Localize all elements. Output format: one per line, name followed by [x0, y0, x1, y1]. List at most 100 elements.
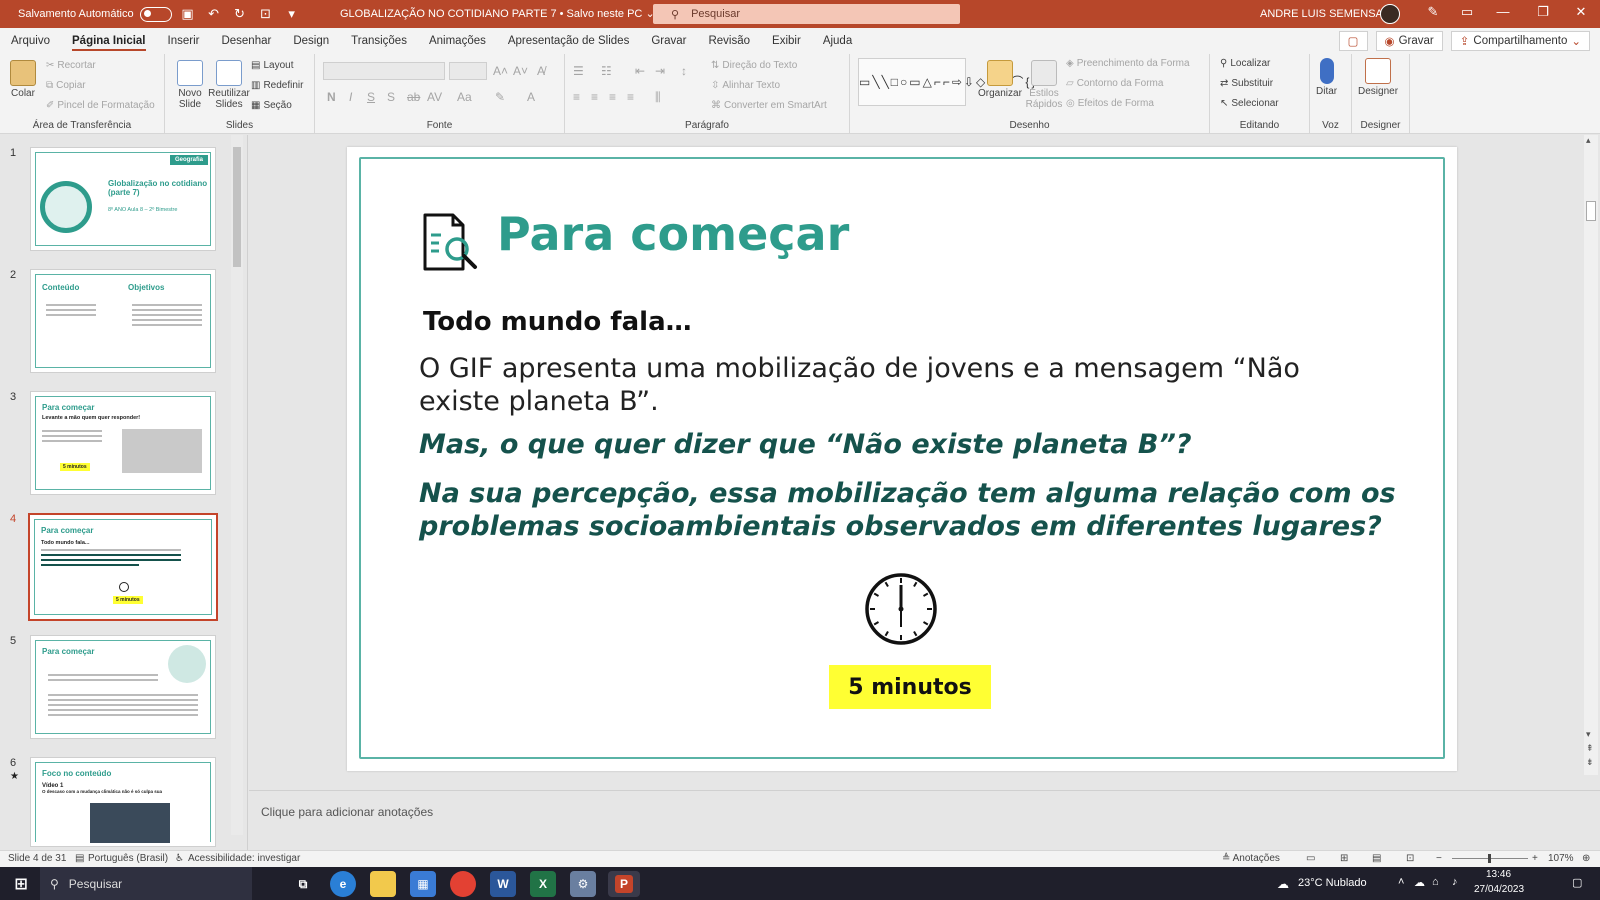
user-name[interactable]: ANDRE LUIS SEMENSATO [1260, 8, 1397, 20]
slide-question-2[interactable]: Na sua percepção, essa mobilização tem a… [419, 477, 1399, 543]
share-button[interactable]: ⇪ Compartilhamento ⌄ [1450, 31, 1590, 51]
notifications-icon[interactable]: ▢ [1572, 876, 1582, 889]
scrollbar-handle[interactable] [1586, 201, 1596, 221]
notes-toggle[interactable]: ≜ Anotações [1222, 853, 1280, 864]
undo-icon[interactable]: ↶ [204, 4, 224, 24]
record-button[interactable]: ◉ Gravar [1375, 31, 1443, 51]
present-from-start-icon[interactable]: ⊡ [256, 4, 276, 24]
restore-button[interactable]: ❐ [1528, 4, 1558, 24]
line-spacing-icon[interactable]: ↕ [681, 64, 687, 78]
shrink-font-icon[interactable]: A˅ [513, 64, 528, 78]
pen-icon[interactable]: ✎ [1418, 4, 1448, 24]
font-color-icon[interactable]: A [527, 90, 535, 104]
search-box[interactable]: ⚲ Pesquisar [653, 4, 960, 24]
zoom-out-icon[interactable]: − [1436, 853, 1442, 864]
align-text-button[interactable]: ⇳ Alinhar Texto [711, 80, 780, 91]
smartart-button[interactable]: ⌘ Converter em SmartArt [711, 100, 827, 111]
align-right-icon[interactable]: ≡ [609, 90, 616, 104]
section-button[interactable]: ▦ Seção [251, 100, 292, 111]
thumbnail-card[interactable]: Geografia Globalização no cotidiano (par… [30, 147, 216, 251]
tab-gravar[interactable]: Gravar [640, 28, 697, 54]
bullets-icon[interactable]: ☰ [573, 64, 584, 78]
justify-icon[interactable]: ≡ [627, 90, 634, 104]
cut-button[interactable]: ✂ Recortar [46, 60, 96, 71]
previous-slide-icon[interactable]: ⇞ [1586, 743, 1594, 754]
grow-font-icon[interactable]: A˄ [493, 64, 508, 78]
copy-button[interactable]: ⧉ Copiar [46, 80, 86, 91]
tab-design[interactable]: Design [282, 28, 340, 54]
replace-button[interactable]: ⇄ Substituir [1220, 78, 1273, 89]
accessibility-status[interactable]: Acessibilidade: investigar [188, 853, 300, 864]
shape-fill-button[interactable]: ◈ Preenchimento da Forma [1066, 58, 1190, 69]
fit-slide-icon[interactable]: ⊕ [1582, 853, 1590, 864]
reuse-slides-button[interactable]: Reutilizar Slides [207, 60, 251, 110]
change-case-icon[interactable]: Aa [457, 90, 472, 104]
bold-icon[interactable]: N [327, 90, 336, 104]
minimize-button[interactable]: — [1488, 4, 1518, 24]
normal-view-icon[interactable]: ▭ [1306, 853, 1315, 864]
strikethrough-icon[interactable]: ab [407, 90, 420, 104]
scroll-down-icon[interactable]: ▾ [1586, 729, 1591, 740]
format-painter-button[interactable]: ✐ Pincel de Formatação [46, 100, 155, 111]
redo-icon[interactable]: ↻ [230, 4, 250, 24]
taskbar-search[interactable]: ⚲ Pesquisar [40, 867, 252, 900]
scroll-up-icon[interactable]: ▴ [1586, 135, 1591, 146]
slide-scrollbar[interactable]: ▴ ▾ ⇞ ⇟ [1584, 135, 1598, 775]
new-slide-button[interactable]: Novo Slide [173, 60, 207, 110]
timer-badge[interactable]: 5 minutos [829, 665, 991, 709]
autosave-toggle[interactable] [139, 6, 172, 22]
ribbon-display-icon[interactable]: ▭ [1452, 4, 1482, 24]
chrome-icon[interactable] [450, 871, 476, 897]
comments-button[interactable]: ▢ [1338, 31, 1368, 51]
scrollbar-handle[interactable] [233, 147, 241, 267]
powerpoint-icon[interactable]: P [608, 871, 640, 897]
close-button[interactable]: ✕ [1566, 4, 1596, 24]
paste-button[interactable]: Colar [10, 60, 36, 99]
proofing-icon[interactable]: ▤ [75, 853, 84, 864]
store-icon[interactable]: ▦ [410, 871, 436, 897]
task-view-icon[interactable]: ⧉ [290, 871, 316, 897]
font-family-select[interactable] [323, 62, 445, 80]
shapes-gallery[interactable]: ▭╲╲□○▭△⌐⌐⇨⇩◇∼∼⌒{}☆ [858, 58, 1048, 106]
settings-icon[interactable]: ⚙ [570, 871, 596, 897]
zoom-level[interactable]: 107% [1548, 853, 1574, 864]
weather-text[interactable]: 23°C Nublado [1298, 877, 1367, 889]
clock-date[interactable]: 27/04/2023 [1474, 884, 1524, 895]
font-size-select[interactable] [449, 62, 487, 80]
slide-title[interactable]: Para começar [497, 207, 849, 261]
slide-body-text[interactable]: O GIF apresenta uma mobilização de joven… [419, 352, 1379, 418]
underline-icon[interactable]: S [367, 90, 375, 104]
thumbnail-card[interactable]: Para começar [30, 635, 216, 739]
decrease-indent-icon[interactable]: ⇤ [635, 64, 645, 78]
find-button[interactable]: ⚲ Localizar [1220, 58, 1270, 69]
document-title[interactable]: GLOBALIZAÇÃO NO COTIDIANO PARTE 7 • Salv… [340, 7, 655, 20]
current-slide[interactable]: Para começar Todo mundo fala… O GIF apre… [347, 147, 1457, 771]
notes-placeholder[interactable]: Clique para adicionar anotações [261, 805, 433, 819]
reset-button[interactable]: ▥ Redefinir [251, 80, 303, 91]
tab-animacoes[interactable]: Animações [418, 28, 497, 54]
customize-toolbar-icon[interactable]: ▾ [282, 4, 302, 24]
dictate-button[interactable]: Ditar [1316, 58, 1337, 97]
spacing-icon[interactable]: AV [427, 90, 442, 104]
designer-button[interactable]: Designer [1358, 58, 1398, 97]
thumbnail-card[interactable]: Para começar Levante a mão quem quer res… [30, 391, 216, 495]
network-icon[interactable]: ⌂ [1432, 876, 1439, 888]
file-explorer-icon[interactable] [370, 871, 396, 897]
save-icon[interactable]: ▣ [178, 4, 198, 24]
thumbnail-card[interactable]: Foco no conteúdo Vídeo 1 O descaso com a… [30, 757, 216, 847]
clock-time[interactable]: 13:46 [1486, 869, 1511, 880]
highlight-icon[interactable]: ✎ [495, 90, 505, 104]
slideshow-icon[interactable]: ⊡ [1406, 853, 1414, 864]
tab-desenhar[interactable]: Desenhar [210, 28, 282, 54]
columns-icon[interactable]: ⫼ [655, 90, 661, 105]
italic-icon[interactable]: I [349, 90, 352, 104]
volume-icon[interactable]: ♪ [1452, 876, 1458, 888]
tab-transicoes[interactable]: Transições [340, 28, 418, 54]
tray-chevron-icon[interactable]: ˄ [1398, 876, 1404, 888]
zoom-in-icon[interactable]: + [1532, 853, 1538, 864]
quick-styles-button[interactable]: Estilos Rápidos [1024, 60, 1064, 110]
tab-inserir[interactable]: Inserir [157, 28, 211, 54]
clear-format-icon[interactable]: A̸ [537, 64, 545, 78]
edge-icon[interactable]: e [330, 871, 356, 897]
windows-start-icon[interactable]: ⊞ [8, 871, 34, 897]
